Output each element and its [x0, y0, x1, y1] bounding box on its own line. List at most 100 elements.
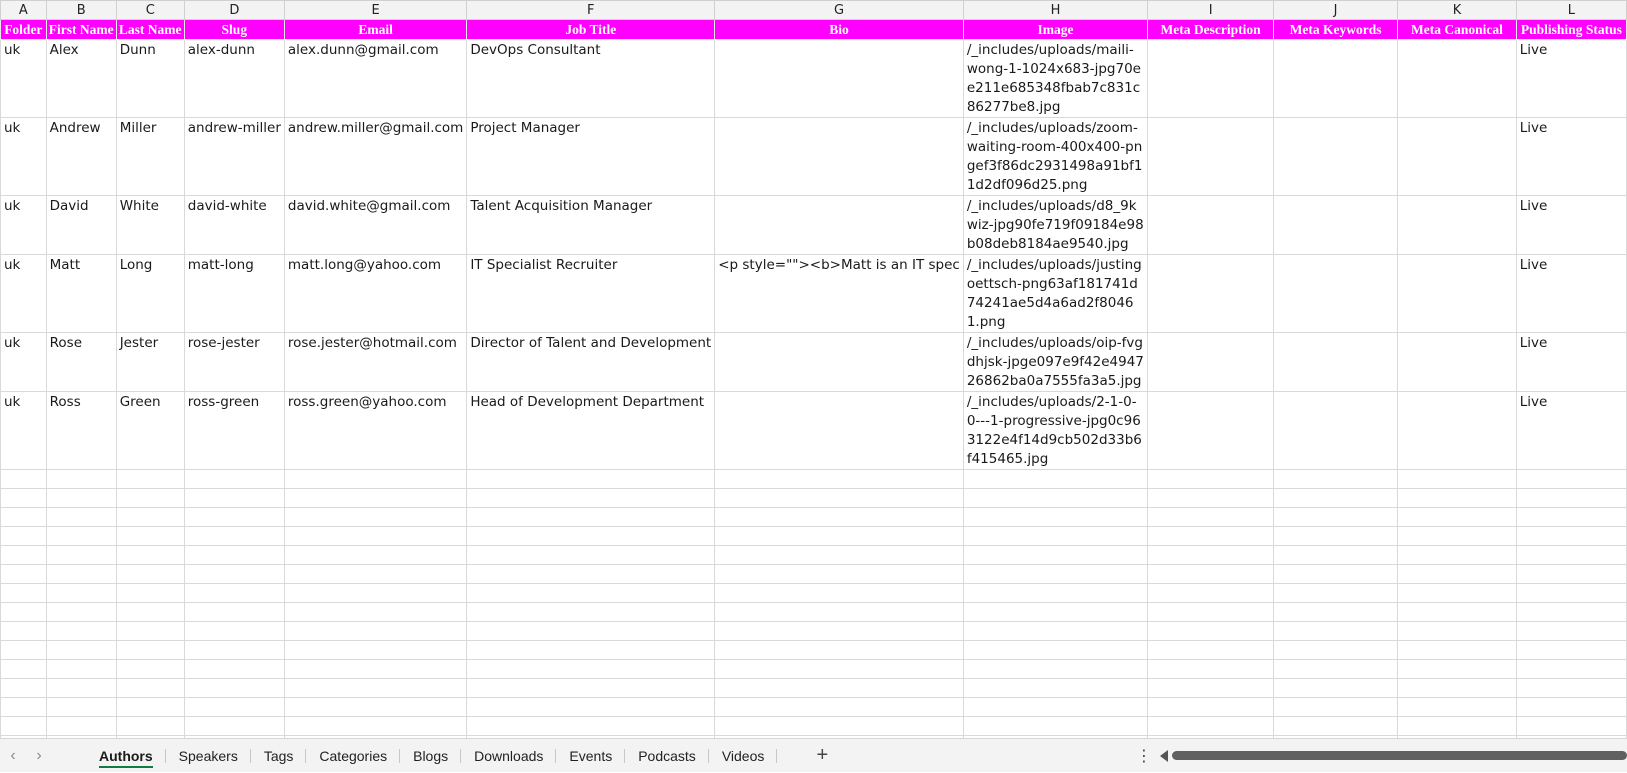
tab-categories[interactable]: Categories [306, 739, 400, 773]
cell-job-title[interactable]: IT Specialist Recruiter [466, 254, 716, 333]
empty-cell[interactable] [1515, 659, 1627, 679]
empty-cell[interactable] [0, 716, 47, 736]
empty-cell[interactable] [962, 602, 1149, 622]
empty-cell[interactable] [115, 678, 185, 698]
header-cell-bio[interactable]: Bio [714, 19, 964, 40]
cell-bio[interactable] [714, 39, 964, 118]
empty-cell[interactable] [0, 507, 47, 527]
empty-cell[interactable] [1272, 659, 1399, 679]
empty-cell[interactable] [466, 716, 716, 736]
header-cell-publishing-status[interactable]: Publishing Status [1515, 19, 1627, 40]
cell-slug[interactable]: ross-green [183, 391, 285, 470]
column-header-j[interactable]: J [1272, 0, 1399, 20]
empty-cell[interactable] [1515, 526, 1627, 546]
cell-folder[interactable]: uk [0, 39, 47, 118]
empty-cell[interactable] [1147, 469, 1274, 489]
horizontal-scrollbar[interactable] [1160, 749, 1627, 762]
cell-image[interactable]: /_includes/uploads/justingoettsch-png63a… [962, 254, 1149, 333]
empty-cell[interactable] [962, 564, 1149, 584]
cell-image[interactable]: /_includes/uploads/zoom-waiting-room-400… [962, 117, 1149, 196]
empty-cell[interactable] [962, 621, 1149, 641]
empty-cell[interactable] [0, 583, 47, 603]
empty-cell[interactable] [714, 564, 964, 584]
empty-cell[interactable] [183, 678, 285, 698]
empty-cell[interactable] [45, 640, 117, 660]
cell-meta-canonical[interactable] [1397, 195, 1517, 255]
empty-cell[interactable] [466, 564, 716, 584]
cell-first-name[interactable]: Ross [45, 391, 117, 470]
cell-image[interactable]: /_includes/uploads/maili-wong-1-1024x683… [962, 39, 1149, 118]
empty-cell[interactable] [1147, 716, 1274, 736]
cell-meta-canonical[interactable] [1397, 39, 1517, 118]
empty-cell[interactable] [466, 602, 716, 622]
cell-publishing-status[interactable]: Live [1515, 254, 1627, 333]
empty-cell[interactable] [1397, 545, 1517, 565]
empty-cell[interactable] [283, 659, 468, 679]
empty-cell[interactable] [45, 716, 117, 736]
empty-cell[interactable] [1397, 678, 1517, 698]
empty-cell[interactable] [1515, 507, 1627, 527]
chevron-left-icon[interactable]: ‹ [0, 747, 26, 765]
header-cell-last-name[interactable]: Last Name [115, 19, 185, 40]
empty-cell[interactable] [283, 564, 468, 584]
empty-cell[interactable] [1515, 678, 1627, 698]
cell-email[interactable]: rose.jester@hotmail.com [283, 332, 468, 392]
empty-cell[interactable] [1397, 697, 1517, 717]
empty-cell[interactable] [283, 469, 468, 489]
cell-image[interactable]: /_includes/uploads/oip-fvgdhjsk-jpge097e… [962, 332, 1149, 392]
empty-cell[interactable] [714, 678, 964, 698]
cell-folder[interactable]: uk [0, 391, 47, 470]
empty-cell[interactable] [1272, 469, 1399, 489]
cell-meta-canonical[interactable] [1397, 332, 1517, 392]
empty-cell[interactable] [283, 716, 468, 736]
empty-cell[interactable] [1147, 564, 1274, 584]
empty-cell[interactable] [714, 526, 964, 546]
empty-cell[interactable] [283, 602, 468, 622]
empty-cell[interactable] [115, 716, 185, 736]
cell-folder[interactable]: uk [0, 254, 47, 333]
cell-slug[interactable]: andrew-miller [183, 117, 285, 196]
empty-cell[interactable] [714, 583, 964, 603]
empty-cell[interactable] [183, 545, 285, 565]
empty-cell[interactable] [1397, 583, 1517, 603]
empty-cell[interactable] [714, 659, 964, 679]
cell-last-name[interactable]: Jester [115, 332, 185, 392]
empty-cell[interactable] [962, 716, 1149, 736]
cell-image[interactable]: /_includes/uploads/2-1-0-0---1-progressi… [962, 391, 1149, 470]
empty-cell[interactable] [283, 507, 468, 527]
cell-last-name[interactable]: Dunn [115, 39, 185, 118]
empty-cell[interactable] [1515, 545, 1627, 565]
cell-folder[interactable]: uk [0, 332, 47, 392]
cell-email[interactable]: alex.dunn@gmail.com [283, 39, 468, 118]
empty-cell[interactable] [962, 526, 1149, 546]
tab-speakers[interactable]: Speakers [166, 739, 251, 773]
empty-cell[interactable] [0, 678, 47, 698]
empty-cell[interactable] [1515, 583, 1627, 603]
empty-cell[interactable] [283, 583, 468, 603]
cell-job-title[interactable]: Talent Acquisition Manager [466, 195, 716, 255]
column-header-k[interactable]: K [1397, 0, 1517, 20]
cell-meta-description[interactable] [1147, 195, 1274, 255]
empty-cell[interactable] [45, 488, 117, 508]
empty-cell[interactable] [466, 659, 716, 679]
empty-cell[interactable] [283, 526, 468, 546]
empty-cell[interactable] [1147, 659, 1274, 679]
cell-meta-keywords[interactable] [1272, 332, 1399, 392]
empty-cell[interactable] [962, 469, 1149, 489]
column-header-i[interactable]: I [1147, 0, 1274, 20]
cell-publishing-status[interactable]: Live [1515, 117, 1627, 196]
cell-meta-description[interactable] [1147, 332, 1274, 392]
header-cell-first-name[interactable]: First Name [45, 19, 117, 40]
empty-cell[interactable] [115, 545, 185, 565]
empty-cell[interactable] [183, 507, 285, 527]
empty-cell[interactable] [283, 621, 468, 641]
empty-cell[interactable] [1515, 488, 1627, 508]
empty-cell[interactable] [0, 621, 47, 641]
empty-cell[interactable] [962, 640, 1149, 660]
empty-cell[interactable] [466, 621, 716, 641]
cell-publishing-status[interactable]: Live [1515, 391, 1627, 470]
empty-cell[interactable] [962, 678, 1149, 698]
empty-cell[interactable] [45, 545, 117, 565]
cell-job-title[interactable]: Project Manager [466, 117, 716, 196]
tab-videos[interactable]: Videos [709, 739, 778, 773]
